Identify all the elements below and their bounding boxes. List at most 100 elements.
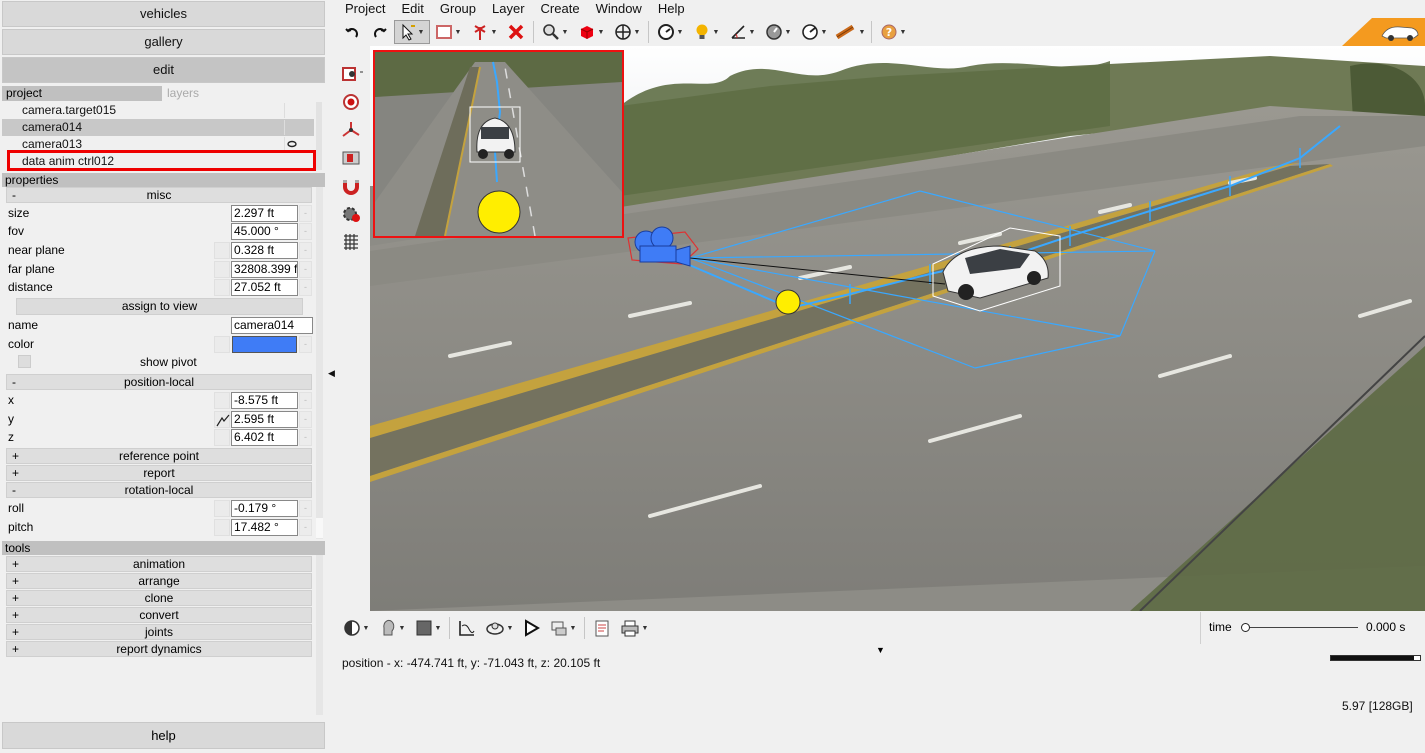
- vehicles-button[interactable]: vehicles: [2, 1, 325, 27]
- play-icon[interactable]: [517, 616, 545, 640]
- tab-layers[interactable]: layers: [167, 86, 267, 101]
- red-cube-icon[interactable]: ▼: [573, 20, 609, 44]
- time-slider-track[interactable]: [1245, 627, 1358, 628]
- group-title: position-local: [123, 375, 195, 389]
- tool-clone[interactable]: + clone: [6, 590, 312, 606]
- rectangle-select-icon[interactable]: ▼: [430, 20, 466, 44]
- camera-preview-inset: [373, 50, 624, 238]
- screen-capture-icon[interactable]: ▼: [545, 616, 581, 640]
- filmstrip-icon[interactable]: [337, 144, 367, 172]
- graph-icon[interactable]: [453, 616, 481, 640]
- gauge-icon[interactable]: ▼: [652, 20, 688, 44]
- light-bulb-icon[interactable]: ▼: [688, 20, 724, 44]
- menu-layer[interactable]: Layer: [484, 0, 533, 18]
- delete-x-icon[interactable]: [502, 20, 530, 44]
- tab-project[interactable]: project: [2, 86, 162, 101]
- tool-label: joints: [144, 625, 173, 639]
- group-position-local[interactable]: - position-local: [6, 374, 312, 390]
- help-question-icon[interactable]: ? ▼: [875, 20, 911, 44]
- menu-help[interactable]: Help: [650, 0, 693, 18]
- gear-red-icon[interactable]: [337, 200, 367, 228]
- group-title: misc: [146, 188, 172, 202]
- near-plane-field[interactable]: 0.328 ft: [231, 242, 298, 259]
- tool-arrange[interactable]: + arrange: [6, 573, 312, 589]
- ruler-icon[interactable]: ▼: [832, 20, 868, 44]
- redo-icon[interactable]: [366, 20, 394, 44]
- speedometer-icon[interactable]: ▼: [796, 20, 832, 44]
- orbit-icon[interactable]: ▼: [481, 616, 517, 640]
- shading-icon[interactable]: ▼: [338, 616, 374, 640]
- group-title: report: [143, 466, 175, 480]
- keyframe-curve-icon[interactable]: [214, 411, 230, 428]
- distance-field[interactable]: 27.052 ft: [231, 279, 298, 296]
- pitch-field[interactable]: 17.482 °: [231, 519, 298, 536]
- menu-bar: Project Edit Group Layer Create Window H…: [337, 0, 693, 18]
- axes-icon[interactable]: [337, 116, 367, 144]
- tree-scrollbar[interactable]: [316, 102, 322, 170]
- help-button[interactable]: help: [2, 722, 325, 749]
- expand-toggle: +: [12, 449, 20, 463]
- edit-button[interactable]: edit: [2, 57, 325, 83]
- memory-usage-fill: [1331, 656, 1414, 660]
- tool-joints[interactable]: + joints: [6, 624, 312, 640]
- gallery-button[interactable]: gallery: [2, 29, 325, 55]
- grid-icon[interactable]: [337, 228, 367, 256]
- pin-marker-icon[interactable]: ▼: [466, 20, 502, 44]
- select-arrow-icon[interactable]: ▼: [394, 20, 430, 44]
- background-color-icon[interactable]: ▼: [410, 616, 446, 640]
- group-misc[interactable]: - misc: [6, 187, 312, 203]
- time-slider-knob[interactable]: [1241, 623, 1250, 632]
- tool-convert[interactable]: + convert: [6, 607, 312, 623]
- pan-move-icon[interactable]: ▼: [609, 20, 645, 44]
- tools-header: tools: [2, 541, 325, 555]
- pitch-label: pitch: [8, 520, 34, 534]
- tool-label: animation: [132, 557, 186, 571]
- tool-report-dynamics[interactable]: + report dynamics: [6, 641, 312, 657]
- tools-scrollbar[interactable]: [316, 555, 323, 715]
- red-highlight-box: [7, 150, 316, 171]
- notes-icon[interactable]: [588, 616, 616, 640]
- roll-field[interactable]: -0.179 °: [231, 500, 298, 517]
- z-field[interactable]: 6.402 ft: [231, 429, 298, 446]
- gauge-gray-icon[interactable]: ▼: [760, 20, 796, 44]
- menu-group[interactable]: Group: [432, 0, 484, 18]
- name-field[interactable]: camera014: [231, 317, 313, 334]
- properties-scrollbar[interactable]: [316, 187, 323, 539]
- tree-item-camera-target015[interactable]: camera.target015: [2, 102, 314, 119]
- properties-scroll-thumb[interactable]: [316, 518, 323, 538]
- menu-create[interactable]: Create: [533, 0, 588, 18]
- menu-edit[interactable]: Edit: [393, 0, 431, 18]
- menu-project[interactable]: Project: [337, 0, 393, 18]
- magnet-icon[interactable]: [337, 172, 367, 200]
- collapse-panel-icon[interactable]: ◀: [328, 368, 335, 379]
- camera-add-icon[interactable]: [337, 60, 367, 88]
- assign-to-view-button[interactable]: assign to view: [16, 298, 303, 315]
- bottom-toolbar: ▼ ▼ ▼ ▼ ▼ ▼: [338, 615, 652, 641]
- print-icon[interactable]: ▼: [616, 616, 652, 640]
- tool-label: convert: [139, 608, 179, 622]
- expand-toggle: +: [12, 574, 20, 588]
- collapse-toggle: -: [12, 188, 16, 202]
- x-label: x: [8, 393, 14, 407]
- size-field[interactable]: 2.297 ft: [231, 205, 298, 222]
- group-report[interactable]: + report: [6, 465, 312, 481]
- tree-item-camera014[interactable]: camera014: [2, 119, 314, 136]
- head-view-icon[interactable]: ▼: [374, 616, 410, 640]
- color-swatch[interactable]: [232, 336, 297, 353]
- y-field[interactable]: 2.595 ft: [231, 411, 298, 428]
- group-rotation-local[interactable]: - rotation-local: [6, 482, 312, 498]
- record-icon[interactable]: [337, 88, 367, 116]
- chevron-down-icon[interactable]: ▼: [876, 645, 885, 655]
- measure-angle-icon[interactable]: ▼: [724, 20, 760, 44]
- x-field[interactable]: -8.575 ft: [231, 392, 298, 409]
- tool-label: arrange: [138, 574, 180, 588]
- tool-animation[interactable]: + animation: [6, 556, 312, 572]
- menu-window[interactable]: Window: [588, 0, 650, 18]
- undo-icon[interactable]: [338, 20, 366, 44]
- collapse-toggle: -: [12, 375, 16, 389]
- show-pivot-checkbox[interactable]: [18, 355, 31, 368]
- far-plane-field[interactable]: 32808.399 ft: [231, 261, 298, 278]
- fov-field[interactable]: 45.000 °: [231, 223, 298, 240]
- zoom-icon[interactable]: ▼: [537, 20, 573, 44]
- group-reference-point[interactable]: + reference point: [6, 448, 312, 464]
